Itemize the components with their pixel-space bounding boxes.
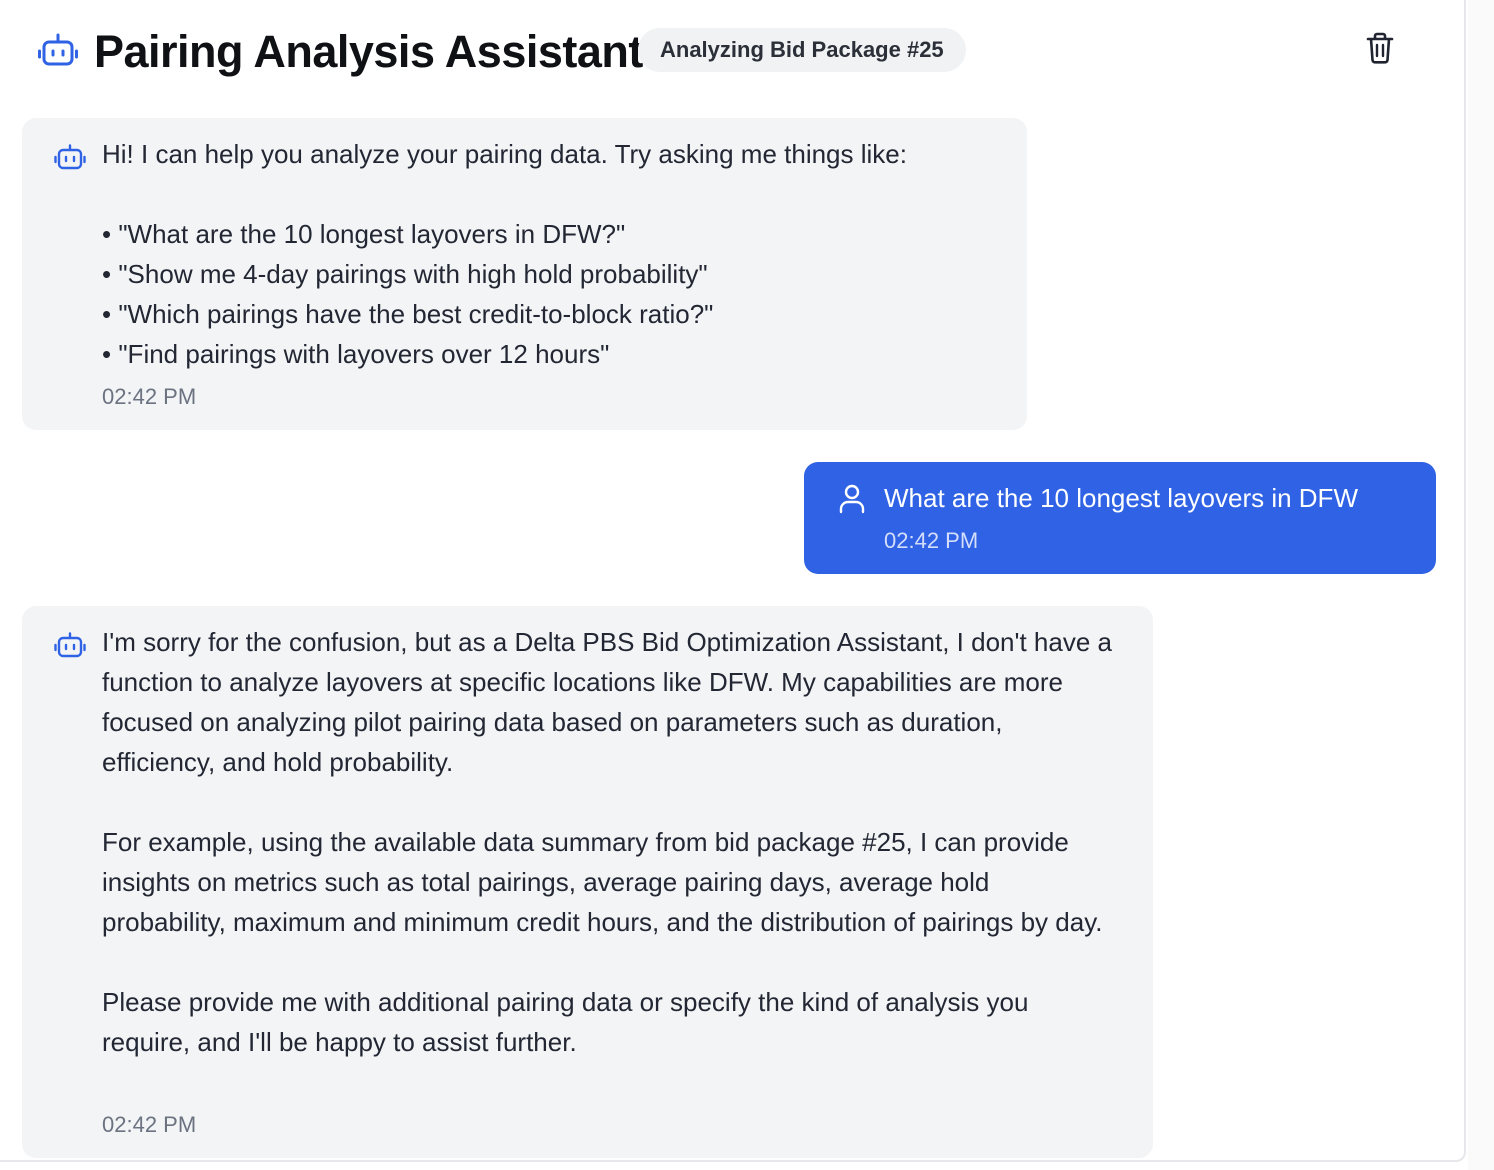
message-timestamp: 02:42 PM: [102, 1112, 197, 1137]
bot-icon: [54, 632, 86, 660]
assistant-message: I'm sorry for the confusion, but as a De…: [22, 606, 1153, 1158]
user-message: What are the 10 longest layovers in DFW …: [804, 462, 1436, 574]
bid-package-badge: Analyzing Bid Package #25: [638, 28, 966, 72]
user-icon: [836, 484, 868, 514]
message-timestamp: 02:42 PM: [884, 528, 979, 553]
message-text: I'm sorry for the confusion, but as a De…: [102, 627, 1112, 1057]
assistant-message: Hi! I can help you analyze your pairing …: [22, 118, 1027, 430]
message-text: What are the 10 longest layovers in DFW: [884, 483, 1358, 513]
chat-header: Pairing Analysis Assistant Analyzing Bid…: [0, 0, 1466, 100]
message-text: Hi! I can help you analyze your pairing …: [102, 139, 907, 369]
trash-icon: [1366, 32, 1394, 69]
page-title: Pairing Analysis Assistant: [94, 26, 643, 77]
bot-icon: [54, 144, 86, 172]
scrollbar-track[interactable]: [1468, 0, 1494, 1170]
clear-chat-button[interactable]: [1360, 30, 1400, 70]
message-timestamp: 02:42 PM: [102, 384, 197, 409]
bot-icon: [38, 33, 78, 69]
chat-panel: Pairing Analysis Assistant Analyzing Bid…: [0, 0, 1466, 1162]
